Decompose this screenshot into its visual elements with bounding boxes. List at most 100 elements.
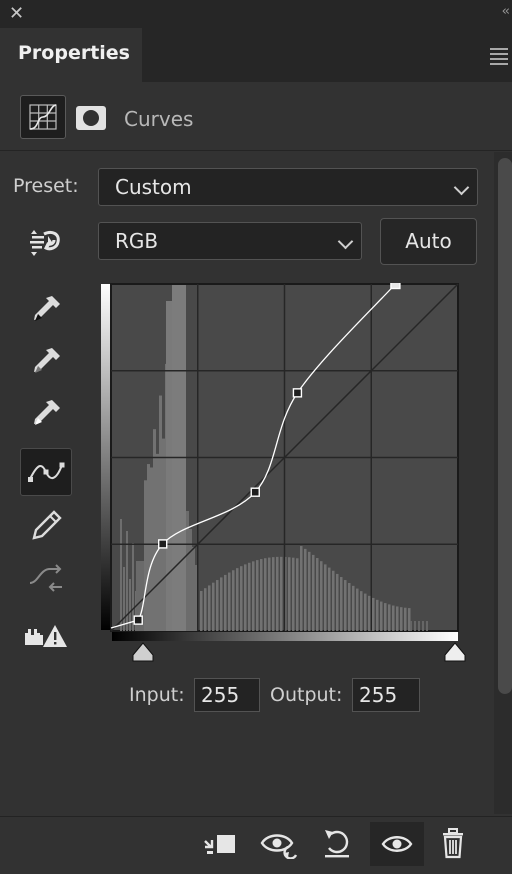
histogram-bar [404, 607, 407, 631]
preset-label: Preset: [13, 175, 79, 197]
channel-dropdown[interactable]: RGB [98, 222, 362, 260]
histogram-bar [159, 395, 162, 631]
divider [0, 150, 512, 151]
reset-icon[interactable] [314, 822, 360, 866]
close-icon[interactable]: ✕ [9, 4, 24, 24]
panel-top-bar [0, 0, 512, 28]
white-point-slider[interactable] [444, 642, 466, 662]
histogram-bar [418, 621, 420, 631]
adjustment-title: Curves [124, 107, 194, 131]
preset-value: Custom [115, 175, 192, 199]
tab-properties-label: Properties [18, 42, 130, 64]
histogram-bar [364, 593, 367, 631]
histogram-bar [244, 564, 247, 631]
curves-adjustment-icon[interactable] [20, 95, 66, 139]
histogram-bar [352, 585, 355, 631]
histogram-bar [144, 480, 147, 631]
chevron-down-icon [453, 179, 470, 196]
black-point-eyedropper-icon[interactable] [20, 286, 72, 334]
toggle-visibility-icon[interactable] [370, 822, 424, 866]
histogram-bar [120, 519, 122, 631]
histogram-bar [220, 577, 223, 631]
output-field[interactable]: 255 [352, 678, 420, 712]
histogram-bar [272, 557, 275, 631]
smooth-curve-icon[interactable] [20, 554, 72, 602]
view-previous-state-icon[interactable] [256, 822, 302, 866]
histogram-bar [426, 621, 428, 631]
histogram-bar [256, 560, 259, 631]
histogram-bar [376, 599, 379, 631]
histogram-bar [153, 429, 156, 631]
histogram-bar [216, 580, 219, 631]
histogram-bar [212, 582, 215, 631]
curve-control-point[interactable] [390, 278, 401, 290]
curve-control-point[interactable] [158, 539, 168, 549]
histogram-bar [360, 591, 363, 631]
histogram-bar [356, 588, 359, 631]
histogram-bar [260, 559, 263, 631]
histogram-bar [268, 557, 271, 631]
histogram-bar [328, 567, 331, 631]
histogram-bar [340, 577, 343, 631]
input-label: Input: [129, 684, 185, 706]
histogram-bar [320, 561, 323, 631]
on-image-adjust-icon[interactable] [20, 218, 72, 266]
histogram-bar [348, 582, 351, 631]
curve-control-point[interactable] [250, 487, 260, 497]
delete-trash-icon[interactable] [430, 822, 476, 866]
histogram-bar [276, 556, 279, 631]
histogram-bar [368, 595, 371, 631]
curves-graph[interactable] [100, 278, 470, 672]
histogram-bar [300, 546, 303, 631]
histogram-bar [192, 547, 195, 631]
scrollbar-thumb[interactable] [498, 158, 512, 694]
histogram-bar [248, 562, 251, 631]
histogram-bar [316, 558, 319, 631]
black-point-slider[interactable] [132, 642, 154, 662]
histogram-bar [400, 607, 403, 631]
curve-control-point[interactable] [133, 615, 143, 625]
histogram-bar [396, 606, 399, 631]
histogram-bar [240, 566, 243, 631]
output-gradient-bar [101, 284, 110, 630]
histogram-bar [344, 580, 347, 631]
histogram-bar [380, 601, 383, 631]
histogram-bar [332, 570, 335, 631]
histogram-bar [384, 603, 387, 631]
preset-dropdown[interactable]: Custom [98, 168, 478, 206]
histogram-bar [292, 557, 295, 631]
histogram-bar [200, 591, 203, 631]
histogram-bar [264, 558, 267, 631]
edit-points-curve-icon[interactable] [20, 448, 72, 496]
auto-button[interactable]: Auto [380, 218, 477, 265]
histogram-bar [232, 570, 235, 631]
histogram-bar [166, 301, 172, 631]
clipping-warning-icon[interactable] [20, 612, 72, 660]
histogram-bar [414, 621, 416, 631]
curve-control-point[interactable] [292, 388, 303, 398]
histogram-bar [236, 568, 239, 631]
histogram-bar [336, 573, 339, 631]
channel-value: RGB [115, 229, 159, 253]
layer-mask-icon[interactable] [76, 106, 106, 130]
histogram-bar [252, 561, 255, 631]
output-label: Output: [270, 684, 343, 706]
white-point-eyedropper-icon[interactable] [20, 390, 72, 438]
histogram-bar [208, 585, 211, 631]
histogram-bar [162, 438, 165, 631]
panel-menu-icon[interactable] [490, 48, 508, 68]
histogram-bar [304, 548, 307, 631]
gray-point-eyedropper-icon[interactable] [20, 338, 72, 386]
histogram-bar [372, 597, 375, 631]
histogram-bar [147, 464, 150, 631]
histogram-bar [224, 574, 227, 631]
chevron-down-icon [337, 233, 354, 250]
collapse-panel-icon[interactable]: ‹‹ [502, 4, 511, 19]
histogram-bar [228, 572, 231, 631]
histogram-bar [150, 467, 153, 631]
histogram-bar [422, 621, 424, 631]
input-field[interactable]: 255 [194, 678, 260, 712]
draw-pencil-icon[interactable] [20, 502, 72, 550]
clip-to-layer-icon[interactable] [196, 822, 242, 866]
histogram-bar [123, 567, 125, 631]
